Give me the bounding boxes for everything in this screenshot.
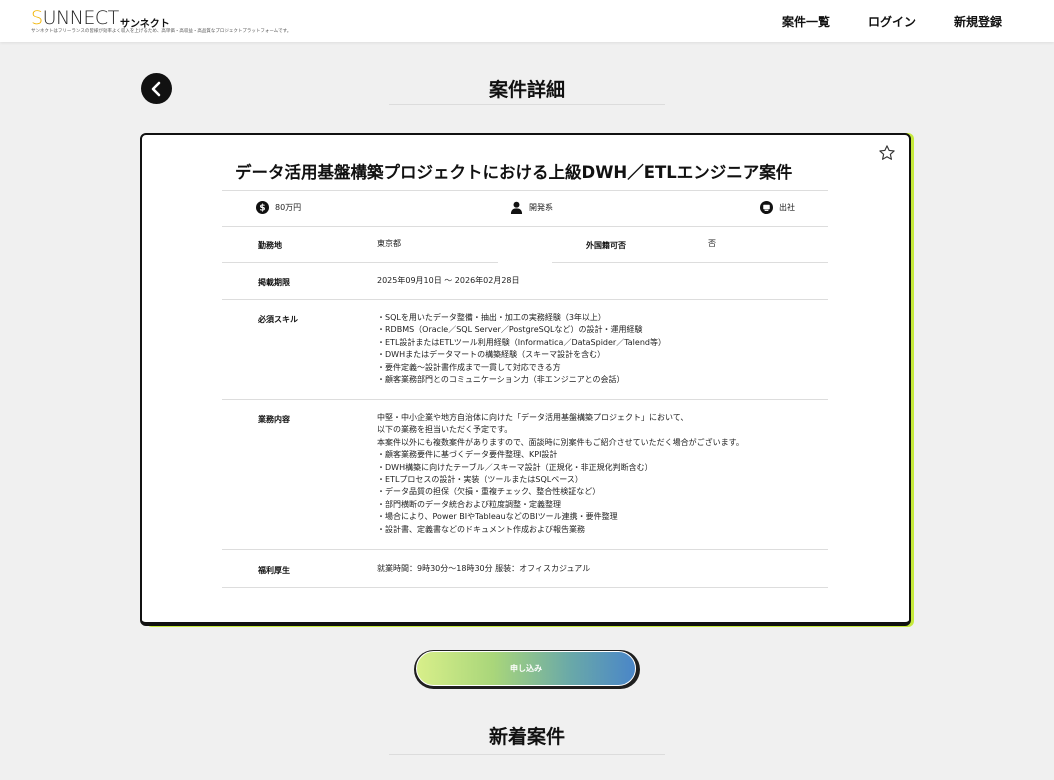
location-value: 東京都 [377,239,401,248]
list-item: ・ETLプロセスの設計・実装（ツールまたはSQLベース） [377,475,583,485]
skills-label: 必須スキル [258,315,298,324]
duties-list: 中堅・中小企業や地方自治体に向けた「データ活用基盤構築プロジェクト」において、 … [377,412,744,536]
workstyle-value: 出社 [779,203,795,212]
office-icon [760,201,773,214]
nav-login[interactable]: ログイン [868,13,916,30]
person-icon [510,201,523,214]
foreign-label: 外国籍可否 [586,241,626,250]
list-item: ・顧客業務要件に基づくデータ要件整理、KPI設計 [377,450,558,460]
list-item: 中堅・中小企業や地方自治体に向けた「データ活用基盤構築プロジェクト」において、 [377,413,689,422]
welfare-value: 就業時間：9時30分～18時30分 服装：オフィスカジュアル [377,564,591,573]
period-label: 掲載期限 [258,278,290,287]
nav-register[interactable]: 新規登録 [954,13,1002,30]
site-header: SUNNECT サンネクト サンネクトはフリーランスの皆様が効率よく収入を上げる… [0,0,1054,42]
logo-initial: S [31,7,43,29]
logo[interactable]: SUNNECT サンネクト [31,7,170,31]
category-value: 開発系 [529,203,553,212]
list-item: ・顧客業務部門とのコミュニケーション力（非エンジニアとの会話） [377,375,625,385]
title-divider [389,104,665,105]
divider [222,226,828,227]
list-item: ・RDBMS（Oracle／SQL Server／PostgreSQLなど）の設… [377,325,643,335]
nav-job-list[interactable]: 案件一覧 [782,13,830,30]
new-jobs-title: 新着案件 [488,726,565,748]
divider [222,549,828,550]
tagline: サンネクトはフリーランスの皆様が効率よく収入を上げるため、高単価・高収益・高品質… [31,29,292,34]
welfare-label: 福利厚生 [258,566,290,575]
favorite-star-icon[interactable] [878,144,896,162]
skills-list: ・SQLを用いたデータ整備・抽出・加工の実務経験（3年以上） ・RDBMS（Or… [377,312,666,386]
list-item: ・SQLを用いたデータ整備・抽出・加工の実務経験（3年以上） [377,313,606,322]
job-title: データ活用基盤構築プロジェクトにおける上級DWH／ETLエンジニア案件 [235,163,793,182]
category-meta: 開発系 [510,201,553,214]
divider [222,299,828,300]
main-nav: 案件一覧 ログイン 新規登録 [782,13,1002,30]
price-meta: $ 80万円 [256,201,301,214]
title-divider [389,754,665,755]
dollar-icon: $ [256,201,269,214]
foreign-value: 否 [708,239,716,248]
location-label: 勤務地 [258,241,282,250]
divider [222,587,828,588]
list-item: ・DWHまたはデータマートの構築経験（スキーマ設計を含む） [377,350,606,360]
list-item: ・DWH構築に向けたテーブル／スキーマ設計（正規化・非正規化判断含む） [377,462,653,472]
list-item: ・要件定義～設計書作成まで一貫して対応できる方 [377,362,561,372]
list-item: 本案件以外にも複数案件がありますので、面談時に別案件もご紹介させていただく場合が… [377,437,744,447]
list-item: 以下の業務を担当いただく予定です。 [377,425,513,435]
workstyle-meta: 出社 [760,201,795,214]
divider [222,262,498,263]
apply-button[interactable]: 申し込み [416,651,636,686]
list-item: ・データ品質の担保（欠損・重複チェック、整合性検証など） [377,487,601,497]
list-item: ・ETL設計またはETLツール利用経験（Informatica／DataSpid… [377,337,666,347]
logo-wordmark: SUNNECT [31,7,120,29]
duties-label: 業務内容 [258,415,290,424]
divider [222,399,828,400]
list-item: ・部門横断のデータ統合および粒度調整・定義整理 [377,499,561,509]
divider [552,262,828,263]
period-value: 2025年09月10日 ～ 2026年02月28日 [377,276,520,285]
price-value: 80万円 [275,203,302,212]
list-item: ・場合により、Power BIやTableauなどのBIツール連携・要件整理 [377,512,618,522]
page-title: 案件詳細 [488,79,565,101]
divider [222,190,828,191]
logo-text: UNNECT [42,7,120,29]
svg-text:$: $ [259,204,265,214]
list-item: ・設計書、定義書などのドキュメント作成および報告業務 [377,524,585,534]
